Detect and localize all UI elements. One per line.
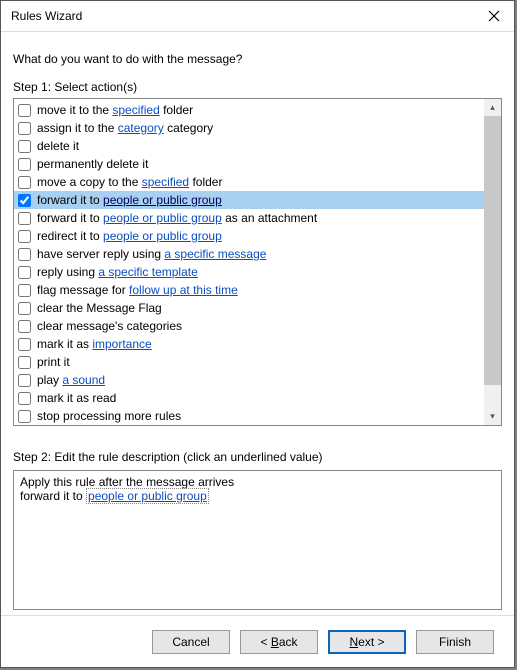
action-row[interactable]: have server reply using a specific messa… [14, 245, 484, 263]
action-label: clear message's categories [37, 319, 182, 333]
action-label: permanently delete it [37, 157, 148, 171]
finish-button[interactable]: Finish [416, 630, 494, 654]
action-row[interactable]: move it to the specified folder [14, 101, 484, 119]
action-link[interactable]: people or public group [103, 211, 222, 225]
action-link[interactable]: specified [142, 175, 189, 189]
window-title: Rules Wizard [11, 9, 474, 23]
action-link[interactable]: a specific message [164, 247, 266, 261]
action-checkbox[interactable] [18, 212, 31, 225]
action-link[interactable]: people or public group [103, 193, 222, 207]
action-label: redirect it to people or public group [37, 229, 222, 243]
cancel-button[interactable]: Cancel [152, 630, 230, 654]
action-checkbox[interactable] [18, 356, 31, 369]
action-label: stop processing more rules [37, 409, 181, 423]
scroll-thumb[interactable] [484, 116, 501, 385]
action-link[interactable]: category [118, 121, 164, 135]
rules-wizard-window: Rules Wizard What do you want to do with… [0, 0, 515, 668]
action-checkbox[interactable] [18, 320, 31, 333]
desc-line2: forward it to people or public group [20, 489, 495, 503]
action-row[interactable]: forward it to people or public group as … [14, 209, 484, 227]
action-label: reply using a specific template [37, 265, 198, 279]
action-label: mark it as importance [37, 337, 152, 351]
desc-line1: Apply this rule after the message arrive… [20, 475, 495, 489]
action-label: assign it to the category category [37, 121, 213, 135]
actions-list: move it to the specified folder assign it… [14, 99, 484, 425]
action-label: clear the Message Flag [37, 301, 162, 315]
action-row[interactable]: clear message's categories [14, 317, 484, 335]
action-link[interactable]: follow up at this time [129, 283, 238, 297]
action-checkbox[interactable] [18, 374, 31, 387]
scroll-up-arrow[interactable]: ▴ [484, 99, 501, 116]
action-checkbox[interactable] [18, 158, 31, 171]
step2-section: Step 2: Edit the rule description (click… [13, 446, 502, 610]
action-label: print it [37, 355, 70, 369]
action-label: have server reply using a specific messa… [37, 247, 266, 261]
action-row[interactable]: mark it as read [14, 389, 484, 407]
action-checkbox[interactable] [18, 176, 31, 189]
scroll-track[interactable] [484, 116, 501, 408]
action-checkbox[interactable] [18, 122, 31, 135]
actions-listbox[interactable]: move it to the specified folder assign it… [13, 98, 502, 426]
close-button[interactable] [474, 1, 514, 31]
action-label: forward it to people or public group as … [37, 211, 317, 225]
action-checkbox[interactable] [18, 104, 31, 117]
action-checkbox[interactable] [18, 410, 31, 423]
action-row[interactable]: permanently delete it [14, 155, 484, 173]
action-checkbox[interactable] [18, 194, 31, 207]
scroll-down-arrow[interactable]: ▾ [484, 408, 501, 425]
action-label: forward it to people or public group [37, 193, 222, 207]
action-row[interactable]: redirect it to people or public group [14, 227, 484, 245]
action-row[interactable]: delete it [14, 137, 484, 155]
action-checkbox[interactable] [18, 140, 31, 153]
action-row[interactable]: print it [14, 353, 484, 371]
next-button[interactable]: Next > [328, 630, 406, 654]
action-link[interactable]: specified [112, 103, 159, 117]
step2-label: Step 2: Edit the rule description (click… [13, 450, 502, 464]
action-label: move it to the specified folder [37, 103, 193, 117]
action-checkbox[interactable] [18, 302, 31, 315]
action-checkbox[interactable] [18, 266, 31, 279]
action-label: play a sound [37, 373, 105, 387]
action-row[interactable]: forward it to people or public group [14, 191, 484, 209]
question-text: What do you want to do with the message? [13, 52, 502, 66]
action-link[interactable]: importance [92, 337, 151, 351]
action-checkbox[interactable] [18, 284, 31, 297]
action-label: mark it as read [37, 391, 116, 405]
action-link[interactable]: a specific template [98, 265, 197, 279]
footer: Cancel < Back Next > Finish [1, 615, 514, 667]
action-row[interactable]: clear the Message Flag [14, 299, 484, 317]
action-label: delete it [37, 139, 79, 153]
close-icon [488, 10, 500, 22]
action-row[interactable]: assign it to the category category [14, 119, 484, 137]
back-button[interactable]: < Back [240, 630, 318, 654]
action-row[interactable]: reply using a specific template [14, 263, 484, 281]
desc-link-recipients[interactable]: people or public group [86, 488, 209, 504]
action-row[interactable]: move a copy to the specified folder [14, 173, 484, 191]
action-link[interactable]: people or public group [103, 229, 222, 243]
action-checkbox[interactable] [18, 230, 31, 243]
titlebar: Rules Wizard [1, 1, 514, 32]
action-checkbox[interactable] [18, 248, 31, 261]
step1-label: Step 1: Select action(s) [13, 80, 502, 94]
rule-description-box: Apply this rule after the message arrive… [13, 470, 502, 610]
action-label: move a copy to the specified folder [37, 175, 222, 189]
desc-line2-pre: forward it to [20, 489, 86, 503]
action-row[interactable]: stop processing more rules [14, 407, 484, 425]
action-row[interactable]: mark it as importance [14, 335, 484, 353]
dialog-body: What do you want to do with the message?… [1, 32, 514, 615]
action-link[interactable]: a sound [62, 373, 105, 387]
action-label: flag message for follow up at this time [37, 283, 238, 297]
action-row[interactable]: play a sound [14, 371, 484, 389]
scrollbar[interactable]: ▴ ▾ [484, 99, 501, 425]
action-row[interactable]: flag message for follow up at this time [14, 281, 484, 299]
action-checkbox[interactable] [18, 338, 31, 351]
action-checkbox[interactable] [18, 392, 31, 405]
